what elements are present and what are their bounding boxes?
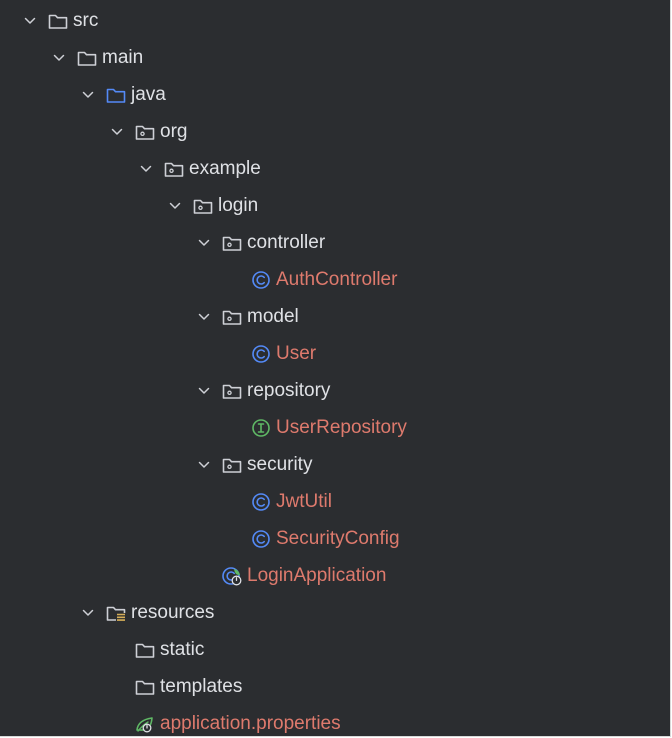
folder-icon [76, 48, 98, 68]
tree-item-label: resources [131, 602, 215, 623]
chevron-down-icon[interactable] [52, 51, 66, 65]
tree-item-label: login [218, 195, 259, 216]
tree-item-label: JwtUtil [276, 491, 332, 512]
tree-item-file[interactable]: SecurityConfig [0, 520, 670, 557]
tree-item-file[interactable]: User [0, 335, 670, 372]
tree-item-label: static [160, 639, 205, 660]
tree-item-label: example [189, 158, 261, 179]
class-icon [250, 270, 272, 290]
tree-item-label: model [247, 306, 299, 327]
chevron-down-icon[interactable] [23, 14, 37, 28]
spring-properties-icon [134, 714, 156, 734]
interface-icon [250, 418, 272, 438]
chevron-down-icon[interactable] [81, 88, 95, 102]
chevron-down-icon[interactable] [81, 606, 95, 620]
tree-item-folder[interactable]: templates [0, 668, 670, 705]
tree-item-label: UserRepository [276, 417, 407, 438]
tree-item-folder[interactable]: java [0, 76, 670, 113]
chevron-down-icon[interactable] [110, 125, 124, 139]
tree-item-label: main [102, 47, 144, 68]
tree-item-folder[interactable]: login [0, 187, 670, 224]
tree-item-folder[interactable]: controller [0, 224, 670, 261]
tree-item-label: org [160, 121, 188, 142]
tree-item-label: security [247, 454, 313, 475]
package-icon [221, 307, 243, 327]
project-tree-panel: src main java org example login controller Auth… [0, 0, 671, 737]
class-icon [250, 529, 272, 549]
tree-item-label: User [276, 343, 317, 364]
tree-item-folder[interactable]: example [0, 150, 670, 187]
package-icon [163, 159, 185, 179]
tree-item-folder[interactable]: src [0, 2, 670, 39]
folder-icon [134, 640, 156, 660]
tree-item-folder[interactable]: repository [0, 372, 670, 409]
package-icon [221, 233, 243, 253]
chevron-down-icon[interactable] [139, 162, 153, 176]
tree-item-label: templates [160, 676, 243, 697]
tree-item-label: AuthController [276, 269, 398, 290]
tree-item-label: repository [247, 380, 331, 401]
tree-item-folder[interactable]: main [0, 39, 670, 76]
package-icon [221, 455, 243, 475]
tree-item-file[interactable]: LoginApplication [0, 557, 670, 594]
chevron-down-icon[interactable] [168, 199, 182, 213]
spring-boot-class-icon [221, 566, 243, 586]
class-icon [250, 492, 272, 512]
chevron-down-icon[interactable] [197, 384, 211, 398]
tree-item-folder[interactable]: model [0, 298, 670, 335]
tree-item-label: controller [247, 232, 326, 253]
package-icon [192, 196, 214, 216]
tree-item-label: java [131, 84, 166, 105]
tree-item-label: application.properties [160, 713, 341, 734]
chevron-down-icon[interactable] [197, 310, 211, 324]
tree-item-file[interactable]: application.properties [0, 705, 670, 736]
tree-item-file[interactable]: UserRepository [0, 409, 670, 446]
tree-item-folder[interactable]: static [0, 631, 670, 668]
tree-item-label: LoginApplication [247, 565, 387, 586]
chevron-down-icon[interactable] [197, 458, 211, 472]
chevron-down-icon[interactable] [197, 236, 211, 250]
source-root-folder-icon [105, 85, 127, 105]
folder-icon [47, 11, 69, 31]
tree-item-label: SecurityConfig [276, 528, 400, 549]
tree-item-folder[interactable]: resources [0, 594, 670, 631]
tree-item-file[interactable]: AuthController [0, 261, 670, 298]
tree-item-label: src [73, 10, 99, 31]
class-icon [250, 344, 272, 364]
folder-icon [134, 677, 156, 697]
resources-root-folder-icon [105, 603, 127, 623]
tree-item-file[interactable]: JwtUtil [0, 483, 670, 520]
package-icon [221, 381, 243, 401]
package-icon [134, 122, 156, 142]
tree-item-folder[interactable]: security [0, 446, 670, 483]
tree-item-folder[interactable]: org [0, 113, 670, 150]
